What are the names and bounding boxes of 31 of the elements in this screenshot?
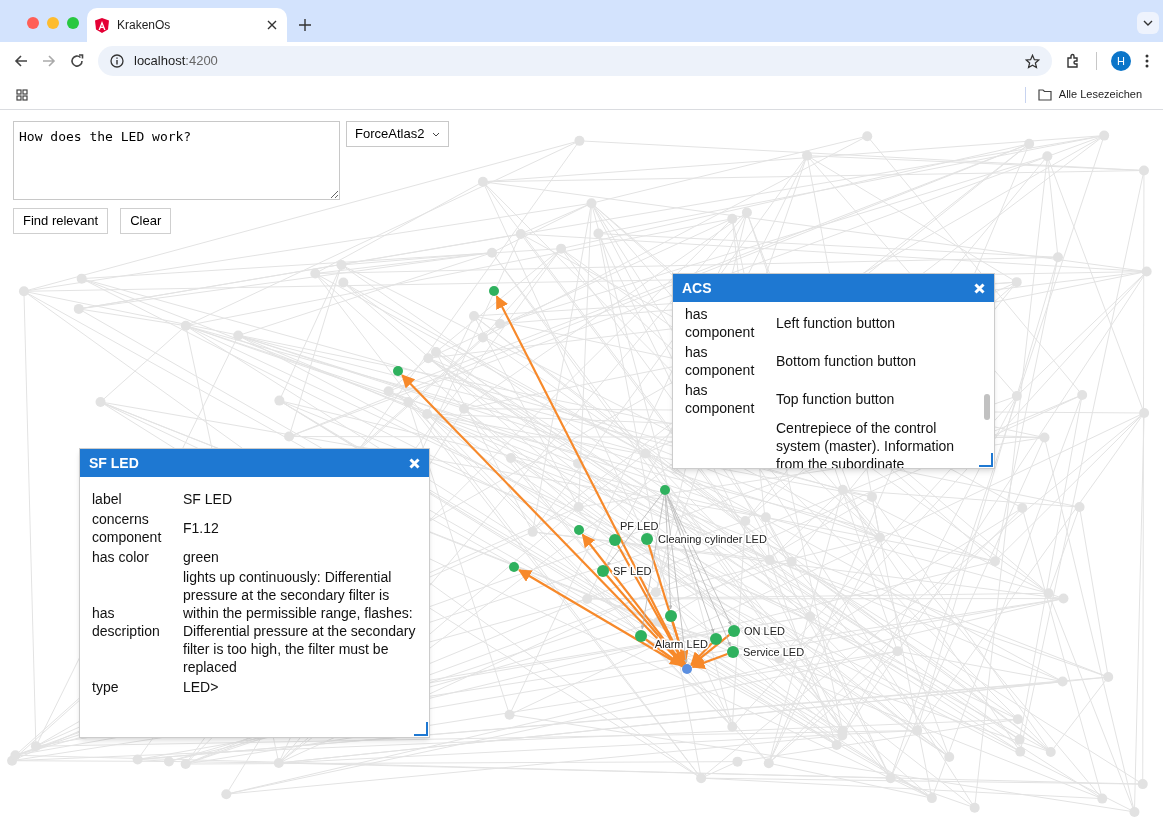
clear-button[interactable]: Clear [120, 208, 172, 234]
profile-avatar[interactable]: H [1111, 51, 1131, 71]
property-value: Top function button [776, 390, 896, 409]
node-label: Cleaning cylinder LED [658, 533, 767, 545]
address-bar[interactable]: localhost:4200 [98, 46, 1052, 76]
property-value: LED> [183, 678, 220, 697]
browser-tab[interactable]: KrakenOs [87, 8, 287, 42]
panel-title: ACS [682, 278, 712, 298]
panel-header[interactable]: ACS [673, 274, 994, 302]
node-label: ON LED [744, 625, 785, 637]
url-text: localhost:4200 [134, 52, 219, 71]
node-label: Service LED [743, 646, 805, 658]
property-name: has description [92, 604, 161, 641]
property-name: has component [685, 381, 756, 418]
panel-title: SF LED [89, 453, 139, 473]
panel-header[interactable]: SF LED [80, 449, 429, 477]
question-field[interactable]: How does the LED work? [13, 121, 340, 200]
node-label: PF LED [620, 520, 659, 532]
find-relevant-button[interactable]: Find relevant [13, 208, 109, 234]
property-value: green [183, 548, 220, 567]
bookmarks-folder[interactable]: Alle Lesezeichen [1037, 86, 1147, 103]
layout-select[interactable]: ForceAtlas2 [346, 121, 450, 147]
property-value: lights up continuously: Differential pressure at the secondary filter is within the permissible range, flashes: Differential pressure at the secondary filter is too high, the filter must be replaced [183, 568, 417, 677]
property-name: type [92, 678, 120, 697]
tab-title: KrakenOs [117, 17, 172, 34]
property-name: label [92, 490, 123, 509]
property-value: F1.12 [183, 519, 220, 538]
property-value: Left function button [776, 314, 897, 333]
property-value: Bottom function button [776, 352, 918, 371]
property-value: SF LED [183, 490, 233, 509]
property-name: has color [92, 548, 150, 567]
